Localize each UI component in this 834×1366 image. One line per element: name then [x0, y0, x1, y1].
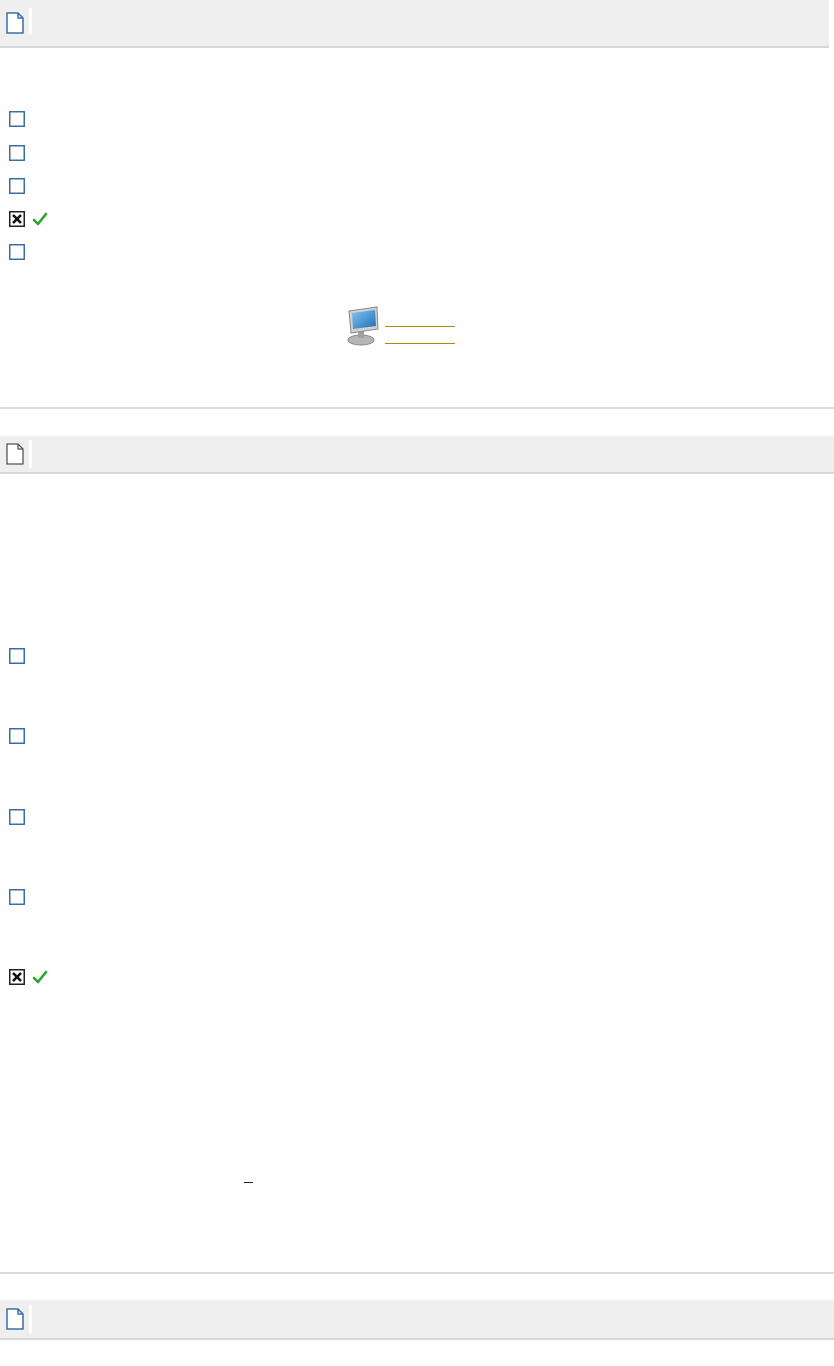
quiz-page: [0, 0, 834, 1366]
option-checkbox-2-5[interactable]: [9, 969, 25, 985]
header-separator: [29, 440, 32, 468]
next-question-link[interactable]: [385, 331, 455, 344]
option-checkbox-1-2[interactable]: [9, 145, 25, 161]
computer-monitor-icon: [345, 305, 381, 352]
previous-question-link[interactable]: [385, 314, 455, 327]
correct-checkmark-icon: [32, 211, 48, 227]
option-checkbox-2-4[interactable]: [9, 889, 25, 905]
text-cursor-mark: [244, 1182, 253, 1183]
option-checkbox-2-2[interactable]: [9, 728, 25, 744]
question-header-1: [0, 0, 829, 48]
header-separator: [29, 1305, 32, 1333]
question-header-3: [0, 1300, 834, 1340]
option-checkbox-1-1[interactable]: [9, 111, 25, 127]
document-icon: [6, 12, 24, 39]
document-icon: [6, 1308, 24, 1335]
option-checkbox-2-1[interactable]: [9, 648, 25, 664]
correct-checkmark-icon: [32, 969, 48, 985]
option-checkbox-1-4[interactable]: [9, 211, 25, 227]
option-checkbox-2-3[interactable]: [9, 809, 25, 825]
section-divider-2: [0, 1272, 834, 1274]
header-separator: [29, 8, 32, 34]
option-checkbox-1-5[interactable]: [9, 244, 25, 260]
document-icon: [6, 443, 24, 470]
option-checkbox-1-3[interactable]: [9, 178, 25, 194]
question-header-2: [0, 436, 834, 474]
section-divider-1: [0, 407, 834, 409]
